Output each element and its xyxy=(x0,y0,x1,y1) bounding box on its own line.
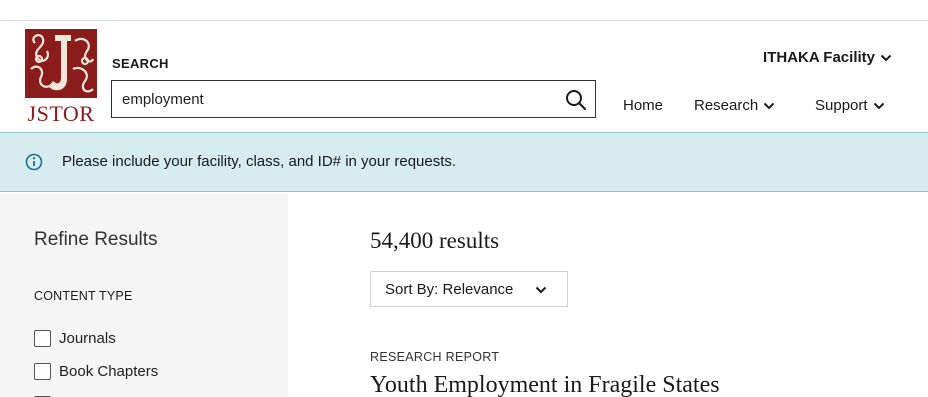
info-icon xyxy=(25,153,43,171)
search-button[interactable] xyxy=(563,87,589,113)
info-banner: Please include your facility, class, and… xyxy=(0,132,928,192)
results-count: 54,400 results xyxy=(370,228,500,253)
facility-menu-label: ITHAKA Facility xyxy=(763,49,875,66)
jstor-logo-mark xyxy=(25,29,97,98)
nav-support-label: Support xyxy=(815,97,868,114)
filter-book-chapters[interactable]: Book Chapters xyxy=(34,362,159,381)
filter-label: Journals xyxy=(59,330,116,347)
search-box xyxy=(111,80,596,118)
result-content-type: RESEARCH REPORT xyxy=(370,350,500,364)
nav-research[interactable]: Research xyxy=(694,97,775,114)
sort-label: Sort By: Relevance xyxy=(385,281,514,298)
chevron-down-icon xyxy=(880,54,892,62)
refine-sidebar: Refine Results CONTENT TYPE Journals Boo… xyxy=(0,193,288,397)
banner-message: Please include your facility, class, and… xyxy=(62,153,457,170)
facility-menu[interactable]: ITHAKA Facility xyxy=(763,49,892,66)
site-header: JSTOR SEARCH ITHAKA Facility Home Resear… xyxy=(0,21,928,131)
nav-home[interactable]: Home xyxy=(623,97,663,114)
checkbox[interactable] xyxy=(34,329,51,347)
search-label: SEARCH xyxy=(112,56,169,71)
chevron-down-icon xyxy=(763,102,775,110)
filter-journals[interactable]: Journals xyxy=(34,329,116,348)
chevron-down-icon xyxy=(873,102,884,110)
nav-support[interactable]: Support xyxy=(815,97,885,114)
jstor-logo[interactable]: JSTOR xyxy=(24,29,98,129)
jstor-wordmark: JSTOR xyxy=(27,101,95,126)
result-title-link[interactable]: Youth Employment in Fragile States xyxy=(370,372,720,397)
search-input[interactable] xyxy=(122,81,542,117)
nav-research-label: Research xyxy=(694,97,759,114)
nav-home-label: Home xyxy=(623,97,664,114)
checkbox[interactable] xyxy=(34,362,51,380)
search-icon xyxy=(566,90,587,111)
chevron-down-icon xyxy=(535,286,547,294)
content-type-heading: CONTENT TYPE xyxy=(34,289,133,303)
filter-label: Book Chapters xyxy=(59,363,159,380)
sort-dropdown[interactable]: Sort By: Relevance xyxy=(370,271,568,307)
refine-results-heading: Refine Results xyxy=(34,229,158,250)
